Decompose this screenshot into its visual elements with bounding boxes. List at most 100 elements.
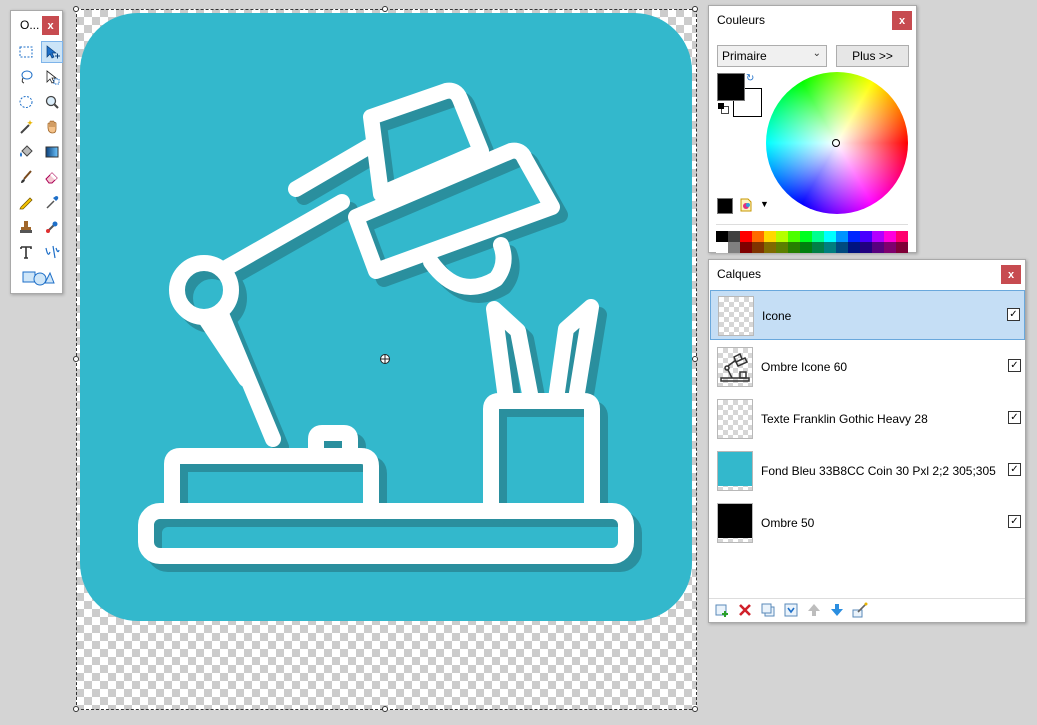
layers-close-button[interactable]: x <box>1001 265 1021 284</box>
palette-menu-icon[interactable] <box>738 197 754 213</box>
palette-swatch[interactable] <box>884 242 896 253</box>
resize-handle-top[interactable] <box>382 6 388 12</box>
palette-swatch[interactable] <box>776 231 788 242</box>
layer-visibility-checkbox[interactable]: ✓ <box>1008 411 1021 424</box>
layer-thumbnail <box>717 399 753 439</box>
layer-visibility-checkbox[interactable]: ✓ <box>1008 359 1021 372</box>
add-layer-icon[interactable] <box>713 601 730 618</box>
layer-visibility-checkbox[interactable]: ✓ <box>1007 308 1020 321</box>
layers-toolbar <box>713 601 868 618</box>
tools-window: O... x <box>10 10 63 294</box>
magic-wand-tool-icon[interactable] <box>15 116 37 138</box>
colors-window-title: Couleurs <box>717 13 766 27</box>
ellipse-select-tool-icon[interactable] <box>15 91 37 113</box>
layer-row-ombre-50[interactable]: Ombre 50 ✓ <box>710 498 1025 548</box>
palette-swatch[interactable] <box>788 242 800 253</box>
paintbrush-tool-icon[interactable] <box>15 166 37 188</box>
resize-handle-bottom[interactable] <box>382 706 388 712</box>
palette-swatch[interactable] <box>776 242 788 253</box>
resize-handle-left[interactable] <box>73 356 79 362</box>
palette-swatch[interactable] <box>848 231 860 242</box>
palette-swatch[interactable] <box>884 231 896 242</box>
reset-colors-icon[interactable] <box>718 103 729 114</box>
palette-swatch[interactable] <box>812 242 824 253</box>
primary-color-swatch[interactable] <box>717 73 745 101</box>
palette-swatch[interactable] <box>824 231 836 242</box>
layer-visibility-checkbox[interactable]: ✓ <box>1008 463 1021 476</box>
layer-visibility-checkbox[interactable]: ✓ <box>1008 515 1021 528</box>
layer-name: Texte Franklin Gothic Heavy 28 <box>761 412 928 426</box>
palette-swatch[interactable] <box>752 242 764 253</box>
color-picker-tool-icon[interactable] <box>41 191 63 213</box>
rectangle-select-tool-icon[interactable] <box>15 41 37 63</box>
palette-dropdown-arrow-icon[interactable]: ▼ <box>760 199 769 209</box>
resize-handle-bottom-left[interactable] <box>73 706 79 712</box>
move-layer-up-icon[interactable] <box>805 601 822 618</box>
palette-swatch[interactable] <box>896 231 908 242</box>
palette-swatch[interactable] <box>728 231 740 242</box>
palette-swatch[interactable] <box>752 231 764 242</box>
delete-layer-icon[interactable] <box>736 601 753 618</box>
palette-swatch[interactable] <box>860 242 872 253</box>
pan-tool-icon[interactable] <box>41 116 63 138</box>
palette-swatch[interactable] <box>812 231 824 242</box>
layer-name: Ombre Icone 60 <box>761 360 848 374</box>
palette-swatch[interactable] <box>800 231 812 242</box>
text-tool-icon[interactable] <box>15 241 37 263</box>
colors-window: Couleurs x Primaire ⌄ Plus >> ↻ ▼ <box>708 5 917 253</box>
duplicate-layer-icon[interactable] <box>759 601 776 618</box>
tools-window-title: O... <box>20 18 40 32</box>
merge-layer-down-icon[interactable] <box>782 601 799 618</box>
line-curve-tool-icon[interactable] <box>41 241 63 263</box>
more-colors-button[interactable]: Plus >> <box>836 45 909 67</box>
palette-swatch[interactable] <box>836 242 848 253</box>
layers-footer-divider <box>709 598 1025 599</box>
palette-swatch[interactable] <box>800 242 812 253</box>
pencil-tool-icon[interactable] <box>15 191 37 213</box>
move-selection-tool-icon[interactable] <box>41 41 63 63</box>
palette-swatch[interactable] <box>896 242 908 253</box>
palette-swatch[interactable] <box>716 231 728 242</box>
move-layer-down-icon[interactable] <box>828 601 845 618</box>
zoom-tool-icon[interactable] <box>41 91 63 113</box>
palette-swatch[interactable] <box>836 231 848 242</box>
clone-stamp-tool-icon[interactable] <box>15 216 37 238</box>
resize-handle-top-right[interactable] <box>692 6 698 12</box>
eraser-tool-icon[interactable] <box>41 166 63 188</box>
resize-handle-top-left[interactable] <box>73 6 79 12</box>
layer-row-icone[interactable]: Icone ✓ <box>710 290 1025 340</box>
image-canvas[interactable] <box>76 9 697 710</box>
color-mode-select[interactable]: Primaire ⌄ <box>717 45 827 67</box>
swap-colors-icon[interactable]: ↻ <box>746 73 754 84</box>
layer-row-texte[interactable]: Texte Franklin Gothic Heavy 28 ✓ <box>710 394 1025 444</box>
palette-swatch[interactable] <box>824 242 836 253</box>
palette-swatch[interactable] <box>788 231 800 242</box>
shapes-tool-icon[interactable] <box>15 266 61 288</box>
gradient-tool-icon[interactable] <box>41 141 63 163</box>
colors-close-button[interactable]: x <box>892 11 912 30</box>
palette-swatch[interactable] <box>764 231 776 242</box>
palette-swatch[interactable] <box>740 242 752 253</box>
palette-swatch[interactable] <box>848 242 860 253</box>
paint-bucket-tool-icon[interactable] <box>15 141 37 163</box>
layer-row-ombre-icone[interactable]: Ombre Icone 60 ✓ <box>710 342 1025 392</box>
palette-swatch[interactable] <box>872 231 884 242</box>
palette-swatch[interactable] <box>740 231 752 242</box>
layer-row-fond-bleu[interactable]: Fond Bleu 33B8CC Coin 30 Pxl 2;2 305;305… <box>710 446 1025 496</box>
tools-close-button[interactable]: x <box>42 16 59 35</box>
layer-properties-icon[interactable] <box>851 601 868 618</box>
add-to-palette-icon[interactable] <box>717 198 733 214</box>
palette-swatch[interactable] <box>860 231 872 242</box>
palette-swatch[interactable] <box>872 242 884 253</box>
move-selected-tool-icon[interactable] <box>41 66 63 88</box>
recolor-tool-icon[interactable] <box>41 216 63 238</box>
resize-handle-bottom-right[interactable] <box>692 706 698 712</box>
palette-swatch[interactable] <box>716 242 728 253</box>
lasso-select-tool-icon[interactable] <box>15 66 37 88</box>
palette-swatch[interactable] <box>764 242 776 253</box>
palette-swatch[interactable] <box>728 242 740 253</box>
color-wheel-picker[interactable] <box>832 139 840 147</box>
tools-grid <box>15 41 65 291</box>
color-palette <box>716 224 908 253</box>
resize-handle-right[interactable] <box>692 356 698 362</box>
